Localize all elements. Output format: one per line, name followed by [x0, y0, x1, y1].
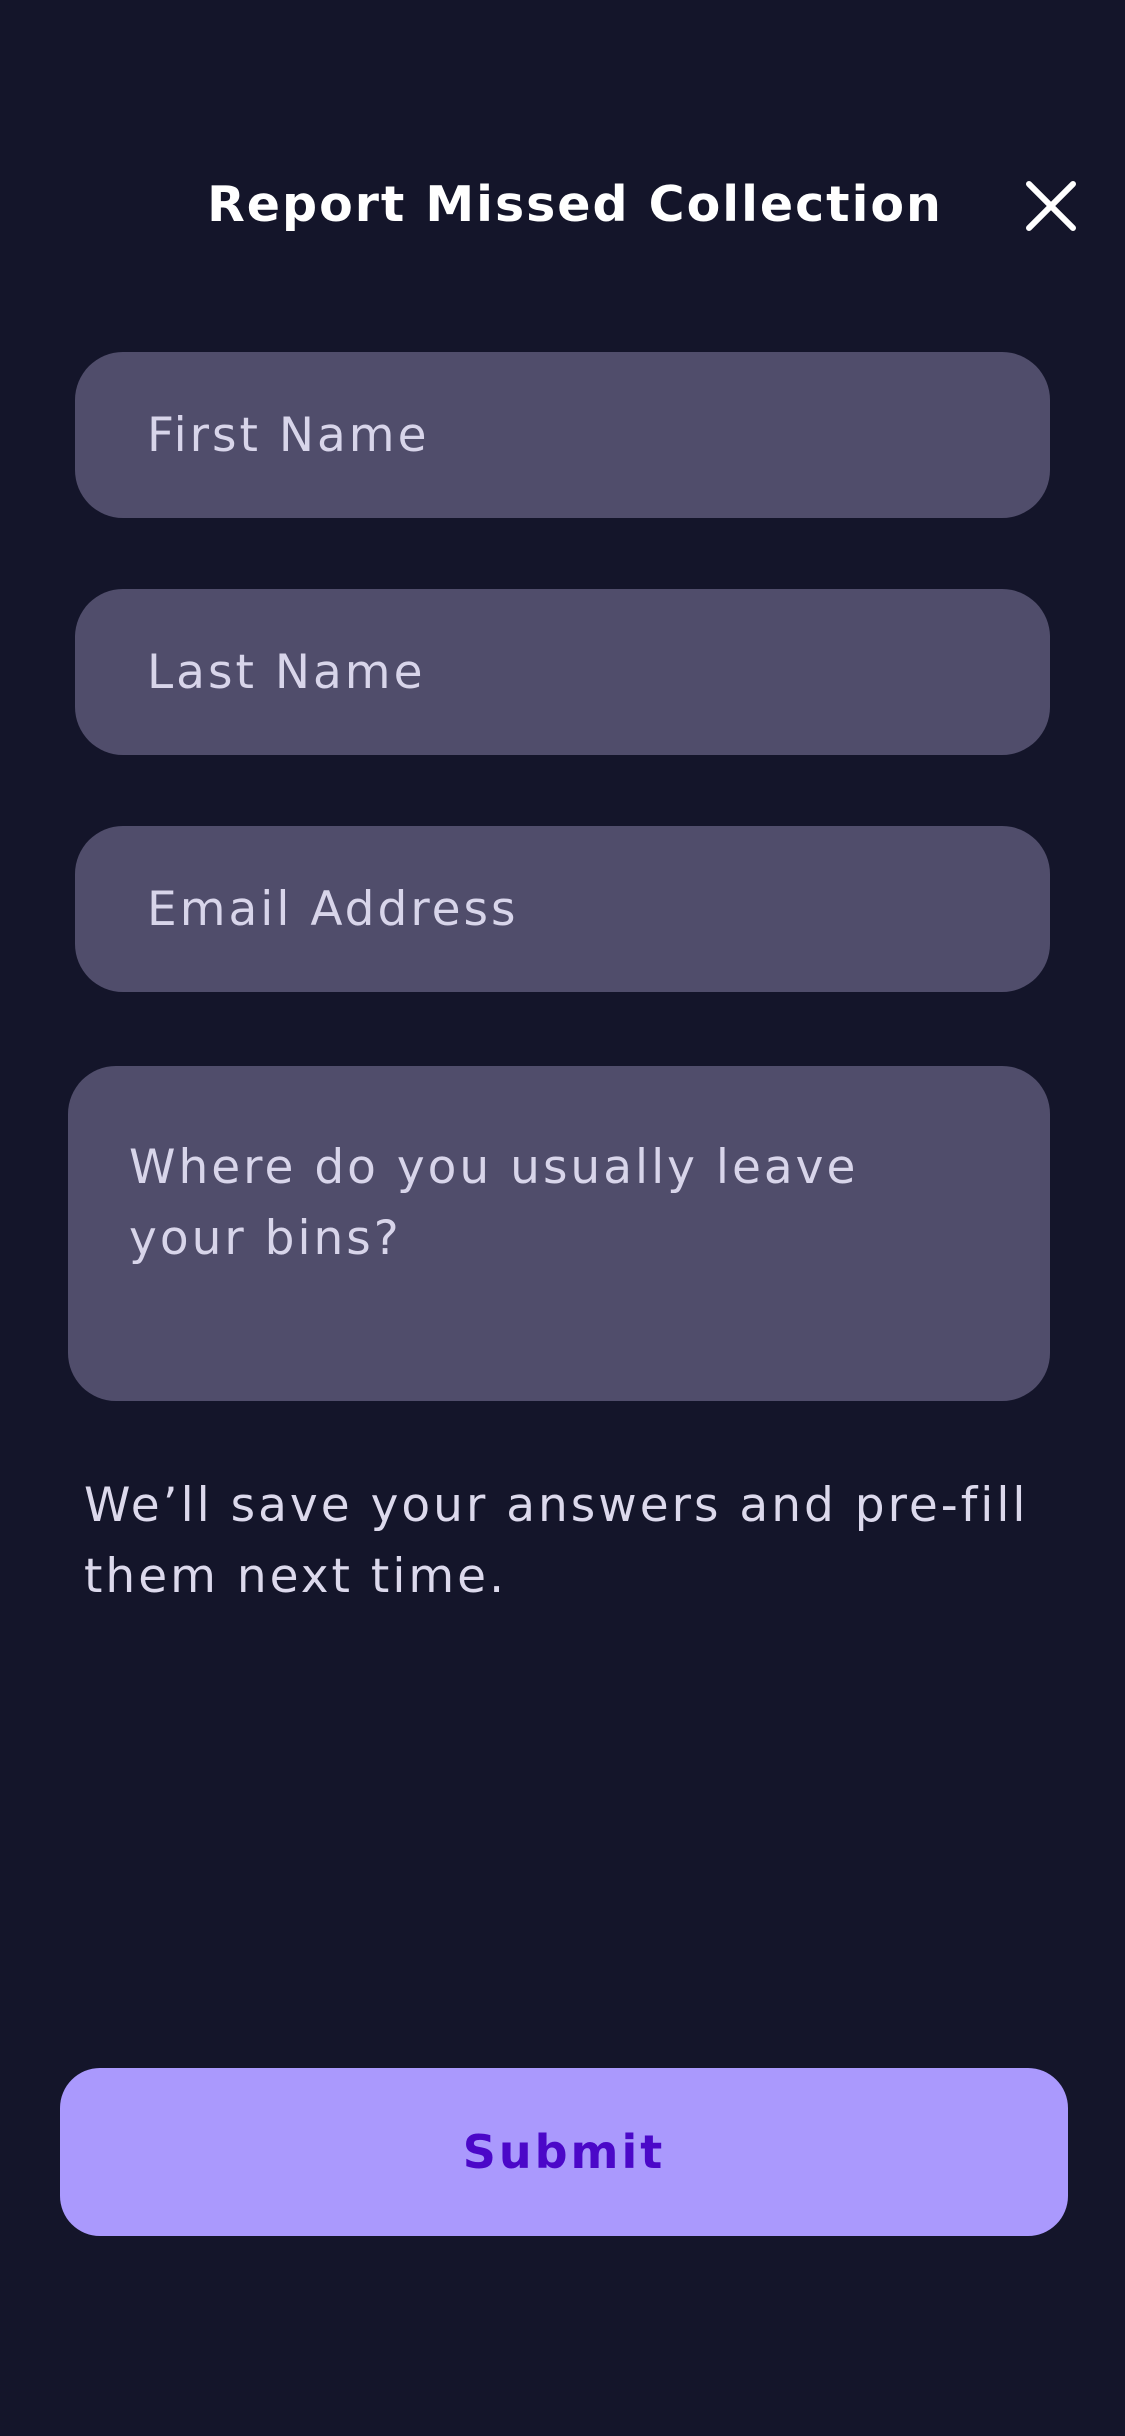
helper-text: We’ll save your answers and pre-fill the…	[84, 1478, 1029, 1604]
email-input[interactable]	[75, 826, 1050, 992]
close-icon	[1026, 181, 1076, 231]
page-title: Report Missed Collection	[207, 176, 943, 233]
submit-button[interactable]: Submit	[60, 2068, 1068, 2236]
last-name-input[interactable]	[75, 589, 1050, 755]
bins-location-textarea[interactable]	[68, 1066, 1050, 1401]
first-name-input[interactable]	[75, 352, 1050, 518]
close-button[interactable]	[1020, 175, 1082, 237]
